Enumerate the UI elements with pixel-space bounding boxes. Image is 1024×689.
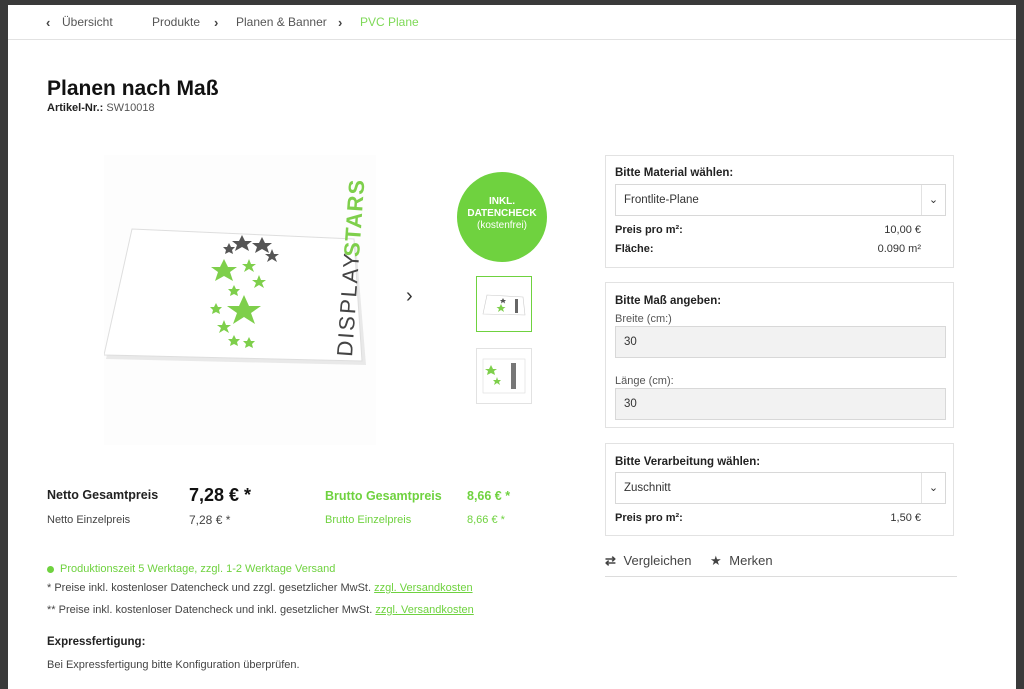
- length-input[interactable]: 30: [615, 388, 946, 420]
- material-title: Bitte Material wählen:: [615, 167, 734, 179]
- price-note-1: * Preise inkl. kostenloser Datencheck un…: [47, 582, 473, 594]
- processing-select-value: Zuschnitt: [624, 482, 671, 494]
- size-title: Bitte Maß angeben:: [615, 295, 722, 307]
- processing-price-value: 1,50 €: [890, 512, 921, 524]
- remember-label: Merken: [729, 553, 773, 568]
- datencheck-badge: INKL. DATENCHECK (kostenfrei): [457, 172, 547, 262]
- chevron-down-icon: ⌄: [921, 185, 945, 215]
- shipping-costs-link[interactable]: zzgl. Versandkosten: [375, 604, 473, 616]
- length-input-value: 30: [624, 398, 637, 410]
- brutto-total-label: Brutto Gesamtpreis: [325, 489, 442, 503]
- thumbnail-2[interactable]: [476, 348, 532, 404]
- processing-select[interactable]: Zuschnitt ⌄: [615, 472, 946, 504]
- article-number-label: Artikel-Nr.:: [47, 102, 104, 114]
- netto-total-label: Netto Gesamtpreis: [47, 488, 159, 502]
- processing-box: Bitte Verarbeitung wählen: Zuschnitt ⌄ P…: [605, 443, 954, 536]
- area-label: Fläche:: [615, 243, 654, 255]
- size-box: Bitte Maß angeben: Breite (cm:) 30 Länge…: [605, 282, 954, 428]
- production-time: Produktionszeit 5 Werktage, zzgl. 1-2 We…: [47, 563, 335, 575]
- length-label: Länge (cm):: [615, 375, 674, 387]
- express-text: Bei Expressfertigung bitte Konfiguration…: [47, 659, 300, 671]
- material-price-label: Preis pro m²:: [615, 224, 683, 236]
- netto-unit-value: 7,28 € *: [189, 513, 231, 527]
- breadcrumb: ‹ Übersicht Produkte › Planen & Banner ›…: [8, 5, 1016, 40]
- next-image-arrow-icon[interactable]: ›: [406, 285, 413, 308]
- processing-price-label: Preis pro m²:: [615, 512, 683, 524]
- material-price-value: 10,00 €: [884, 224, 921, 236]
- chevron-right-icon: ›: [338, 15, 343, 30]
- area-value: 0.090 m²: [877, 243, 921, 255]
- material-box: Bitte Material wählen: Frontlite-Plane ⌄…: [605, 155, 954, 268]
- price-note-2: ** Preise inkl. kostenloser Datencheck u…: [47, 604, 474, 616]
- compare-label: Vergleichen: [623, 553, 692, 568]
- production-time-text: Produktionszeit 5 Werktage, zzgl. 1-2 We…: [60, 563, 336, 575]
- product-page: ‹ Übersicht Produkte › Planen & Banner ›…: [8, 5, 1016, 689]
- netto-total-value: 7,28 € *: [189, 485, 252, 505]
- product-actions: ⇄ Vergleichen ★ Merken: [605, 549, 957, 577]
- express-title: Expressfertigung:: [47, 636, 146, 648]
- chevron-left-icon[interactable]: ‹: [46, 15, 50, 30]
- thumbnail-2-image: [482, 358, 526, 394]
- compare-icon: ⇄: [605, 553, 616, 568]
- badge-line-1: INKL.: [488, 196, 516, 207]
- compare-button[interactable]: ⇄ Vergleichen: [605, 553, 691, 569]
- shipping-costs-link[interactable]: zzgl. Versandkosten: [374, 582, 472, 594]
- breadcrumb-back-link[interactable]: Übersicht: [62, 15, 113, 29]
- width-label: Breite (cm:): [615, 313, 672, 325]
- chevron-right-icon: ›: [214, 15, 219, 30]
- breadcrumb-item-produkte[interactable]: Produkte: [152, 15, 200, 29]
- width-input[interactable]: 30: [615, 326, 946, 358]
- processing-title: Bitte Verarbeitung wählen:: [615, 456, 761, 468]
- breadcrumb-item-planen-banner[interactable]: Planen & Banner: [236, 15, 327, 29]
- star-icon: ★: [710, 553, 722, 568]
- breadcrumb-item-current: PVC Plane: [360, 15, 419, 29]
- page-title: Planen nach Maß: [47, 77, 219, 100]
- chevron-down-icon: ⌄: [921, 473, 945, 503]
- material-select[interactable]: Frontlite-Plane ⌄: [615, 184, 946, 216]
- brutto-unit-value: 8,66 € *: [467, 514, 505, 526]
- status-dot-icon: [47, 565, 54, 573]
- thumbnail-1-image: [482, 294, 526, 316]
- price-note-1-text: * Preise inkl. kostenloser Datencheck un…: [47, 582, 372, 594]
- brutto-total-value: 8,66 € *: [467, 489, 511, 503]
- remember-button[interactable]: ★ Merken: [710, 553, 773, 569]
- article-number-value: SW10018: [106, 102, 155, 114]
- material-select-value: Frontlite-Plane: [624, 194, 699, 206]
- price-note-2-text: ** Preise inkl. kostenloser Datencheck u…: [47, 604, 373, 616]
- product-image[interactable]: DISPLAY STARS: [104, 155, 376, 445]
- badge-line-3: (kostenfrei): [476, 220, 527, 231]
- thumbnail-1[interactable]: [476, 276, 532, 332]
- article-number: Artikel-Nr.: SW10018: [47, 102, 155, 114]
- width-input-value: 30: [624, 336, 637, 348]
- badge-line-2: DATENCHECK: [467, 208, 537, 219]
- netto-unit-label: Netto Einzelpreis: [47, 514, 131, 526]
- brutto-unit-label: Brutto Einzelpreis: [325, 514, 412, 526]
